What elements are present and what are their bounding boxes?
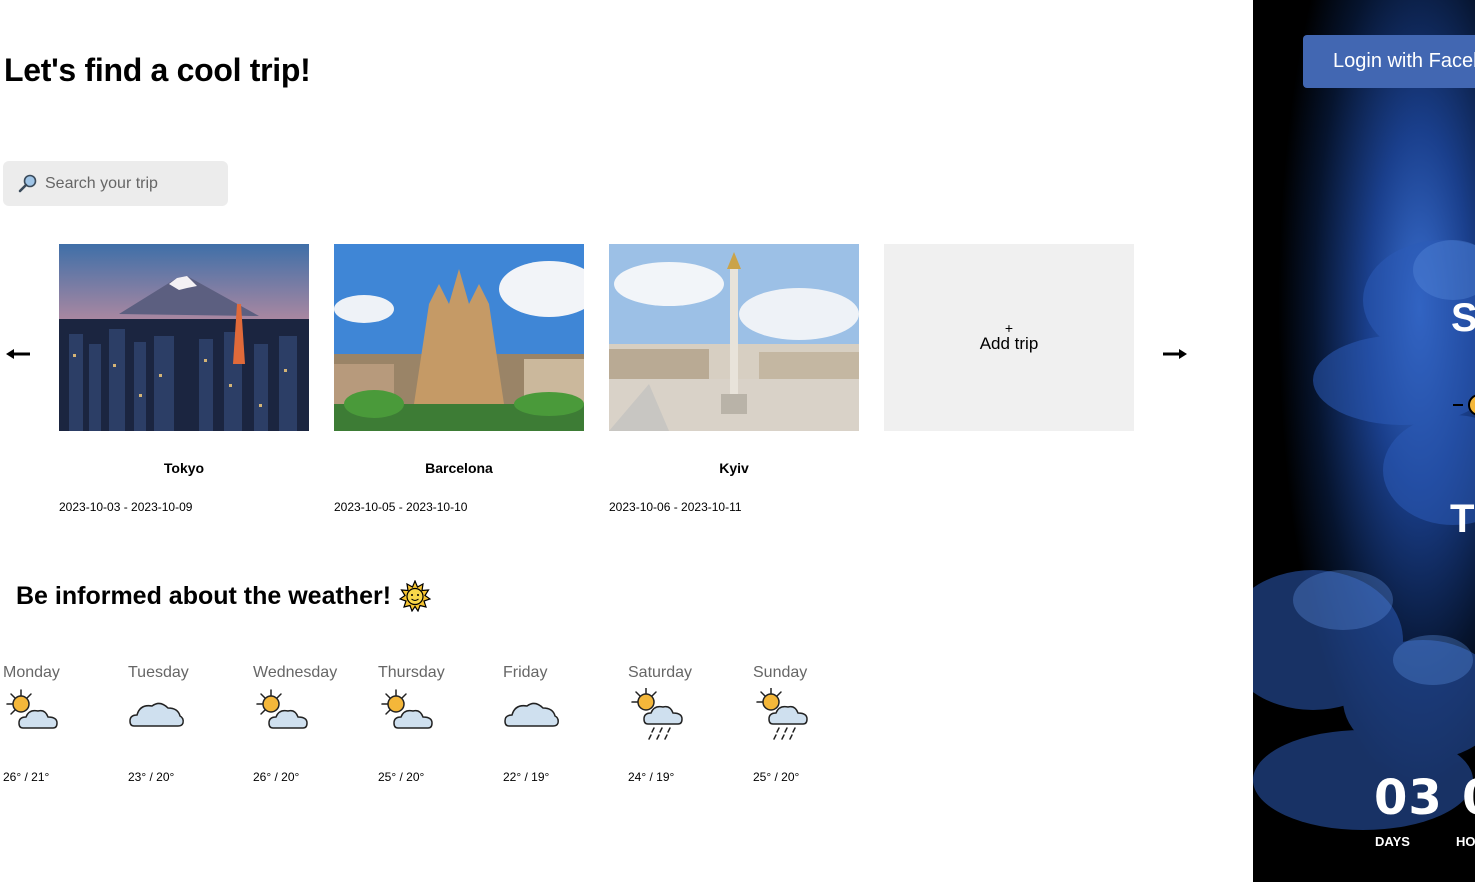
- trip-card[interactable]: Kyiv 2023-10-06 - 2023-10-11: [609, 244, 859, 514]
- facebook-login-button[interactable]: Login with Facebook: [1303, 35, 1475, 88]
- side-panel: Login with Facebook S T 03 DAYS 0 HO: [1253, 0, 1475, 882]
- arrow-left-icon[interactable]: [4, 340, 32, 368]
- partly-cloudy-icon: [256, 689, 308, 729]
- day-temps: 25° / 20°: [378, 770, 425, 784]
- page-title: Let's find a cool trip!: [4, 52, 311, 88]
- countdown-days-label: DAYS: [1375, 834, 1410, 849]
- weather-day: Sunday 25° / 20°: [753, 664, 863, 784]
- trip-dates: 2023-10-05 - 2023-10-10: [334, 500, 468, 514]
- add-trip-button[interactable]: + Add trip: [884, 244, 1134, 431]
- weather-day: Saturday 24° / 19°: [628, 664, 738, 784]
- sun-icon: [1453, 394, 1475, 416]
- barcelona-image: [334, 244, 584, 431]
- day-temps: 23° / 20°: [128, 770, 175, 784]
- day-name: Sunday: [753, 664, 808, 681]
- day-name: Thursday: [378, 664, 445, 681]
- sun-emoji-icon: [399, 580, 432, 612]
- trip-card[interactable]: Tokyo 2023-10-03 - 2023-10-09: [59, 244, 309, 514]
- weather-day: Thursday 25° / 20°: [378, 664, 488, 784]
- countdown-hours-value: 0: [1462, 770, 1475, 826]
- countdown-hours-label: HO: [1456, 834, 1475, 849]
- day-name: Saturday: [628, 664, 693, 681]
- plus-icon: +: [1004, 319, 1014, 336]
- sun-cloud-rain-icon: [631, 688, 683, 740]
- trip-card[interactable]: Barcelona 2023-10-05 - 2023-10-10: [334, 244, 584, 514]
- trip-dates: 2023-10-06 - 2023-10-11: [609, 500, 742, 514]
- cloudy-icon: [504, 702, 559, 727]
- tokyo-image: [59, 244, 309, 431]
- countdown-days-value: 03: [1374, 770, 1443, 826]
- day-name: Tuesday: [128, 664, 189, 681]
- day-temps: 26° / 20°: [253, 770, 300, 784]
- day-temps: 25° / 20°: [753, 770, 800, 784]
- day-name: Wednesday: [253, 664, 338, 681]
- add-trip-label: Add trip: [979, 333, 1039, 353]
- day-temps: 24° / 19°: [628, 770, 675, 784]
- partly-cloudy-icon: [381, 689, 433, 729]
- weather-day: Monday 26° / 21°: [3, 664, 113, 784]
- side-city-partial: T: [1450, 497, 1475, 541]
- weather-day: Friday 22° / 19°: [503, 664, 613, 784]
- day-name: Monday: [3, 664, 60, 681]
- search-input[interactable]: [43, 173, 217, 194]
- weather-day: Wednesday 26° / 20°: [253, 664, 363, 784]
- storm-clouds-background: [1253, 240, 1475, 830]
- weather-title-text: Be informed about the weather!: [16, 581, 392, 610]
- trip-dates: 2023-10-03 - 2023-10-09: [59, 500, 193, 514]
- trip-city: Barcelona: [425, 460, 493, 476]
- trip-city: Kyiv: [719, 460, 749, 476]
- day-temps: 22° / 19°: [503, 770, 550, 784]
- search-icon: [18, 174, 37, 192]
- day-temps: 26° / 21°: [3, 770, 50, 784]
- partly-cloudy-icon: [6, 689, 58, 729]
- main-content: Let's find a cool trip! Search your trip…: [0, 0, 1253, 882]
- sun-cloud-rain-icon: [756, 688, 808, 740]
- weather-day: Tuesday 23° / 20°: [128, 664, 238, 784]
- kyiv-image: [609, 244, 859, 431]
- search-box[interactable]: [3, 161, 228, 206]
- side-heading-partial: S: [1451, 296, 1475, 340]
- arrow-right-icon[interactable]: [1161, 340, 1189, 368]
- trip-city: Tokyo: [163, 460, 205, 476]
- cloudy-icon: [129, 702, 184, 727]
- day-name: Friday: [503, 664, 548, 681]
- weather-section-title: Be informed about the weather!: [16, 580, 432, 612]
